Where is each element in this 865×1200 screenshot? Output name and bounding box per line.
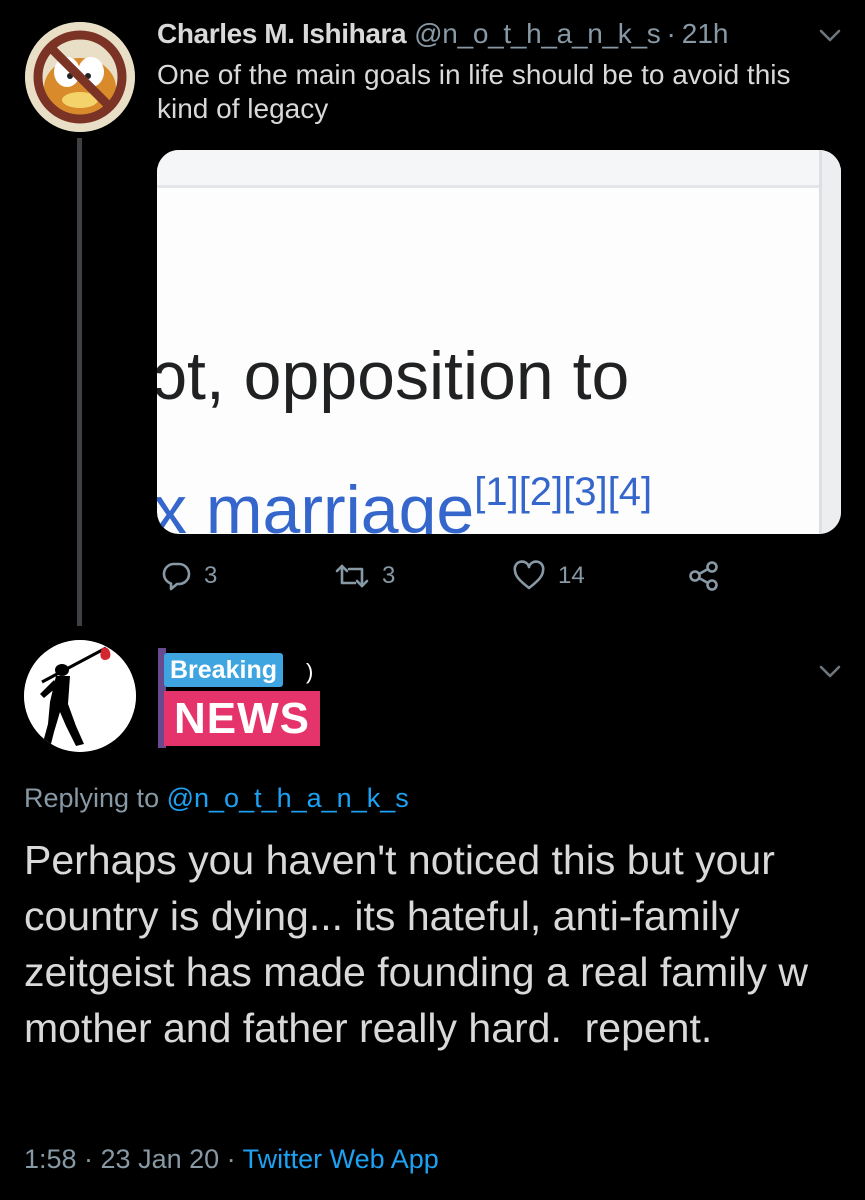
tweet-text: One of the main goals in life should be … [157, 59, 791, 124]
banner-extra-glyph: ) [306, 659, 314, 684]
tweet-thread: Charles M. Ishihara @n_o_t_h_a_n_k_s · 2… [0, 0, 865, 1200]
breaking-news-banner: Breaking ) NEWS [158, 645, 348, 750]
avatar[interactable] [24, 640, 136, 752]
retweet-button[interactable]: 3 [334, 558, 395, 594]
reply-button[interactable]: 3 [160, 558, 217, 594]
share-button[interactable] [688, 558, 720, 594]
image-top-bar [157, 150, 841, 188]
like-count: 14 [558, 562, 585, 589]
tweet-text: Perhaps you haven't noticed this but you… [24, 837, 820, 1051]
display-name[interactable]: Charles M. Ishihara [157, 14, 407, 54]
tweet-timestamp[interactable]: 1:58 · 23 Jan 20 · [24, 1144, 236, 1174]
retweet-count: 3 [382, 562, 396, 589]
tweet-source-link[interactable]: Twitter Web App [243, 1144, 439, 1174]
garfield-no-symbol-icon [25, 22, 135, 132]
avatar[interactable] [25, 22, 135, 132]
share-icon [689, 561, 718, 591]
image-text-references: [1][2][3][4] [474, 470, 653, 514]
news-label: NEWS [164, 691, 320, 746]
image-text-line-2: x marriage[1][2][3][4] [157, 472, 652, 534]
tweet-image[interactable]: ɔt, opposition to x marriage[1][2][3][4] [157, 150, 841, 534]
silhouette-hobo-icon [24, 640, 136, 752]
thread-connector-line [77, 138, 82, 626]
like-button[interactable]: 14 [512, 558, 585, 594]
retweet-icon [335, 564, 369, 588]
breaking-label: Breaking [164, 653, 283, 687]
image-right-bar [819, 150, 841, 534]
image-text-marriage: x marriage [157, 472, 475, 534]
tweet-header: Charles M. Ishihara @n_o_t_h_a_n_k_s · 2… [157, 14, 729, 54]
replying-prefix: Replying to [24, 783, 160, 813]
heart-icon [513, 560, 545, 590]
reply-icon [162, 562, 191, 591]
tweet-time[interactable]: 21h [682, 14, 729, 54]
separator-dot: · [666, 18, 676, 49]
tweet-meta: 1:58 · 23 Jan 20 · Twitter Web App [24, 1141, 439, 1177]
reply-count: 3 [204, 562, 218, 589]
chevron-down-icon[interactable] [818, 28, 842, 44]
tweet-actions: 3 3 14 [160, 558, 760, 594]
image-text-line-1: ɔt, opposition to [157, 338, 630, 414]
chevron-down-icon[interactable] [818, 664, 842, 680]
replying-handle-link[interactable]: @n_o_t_h_a_n_k_s [167, 783, 409, 813]
replying-to: Replying to @n_o_t_h_a_n_k_s [24, 781, 409, 815]
user-handle[interactable]: @n_o_t_h_a_n_k_s [414, 14, 661, 54]
